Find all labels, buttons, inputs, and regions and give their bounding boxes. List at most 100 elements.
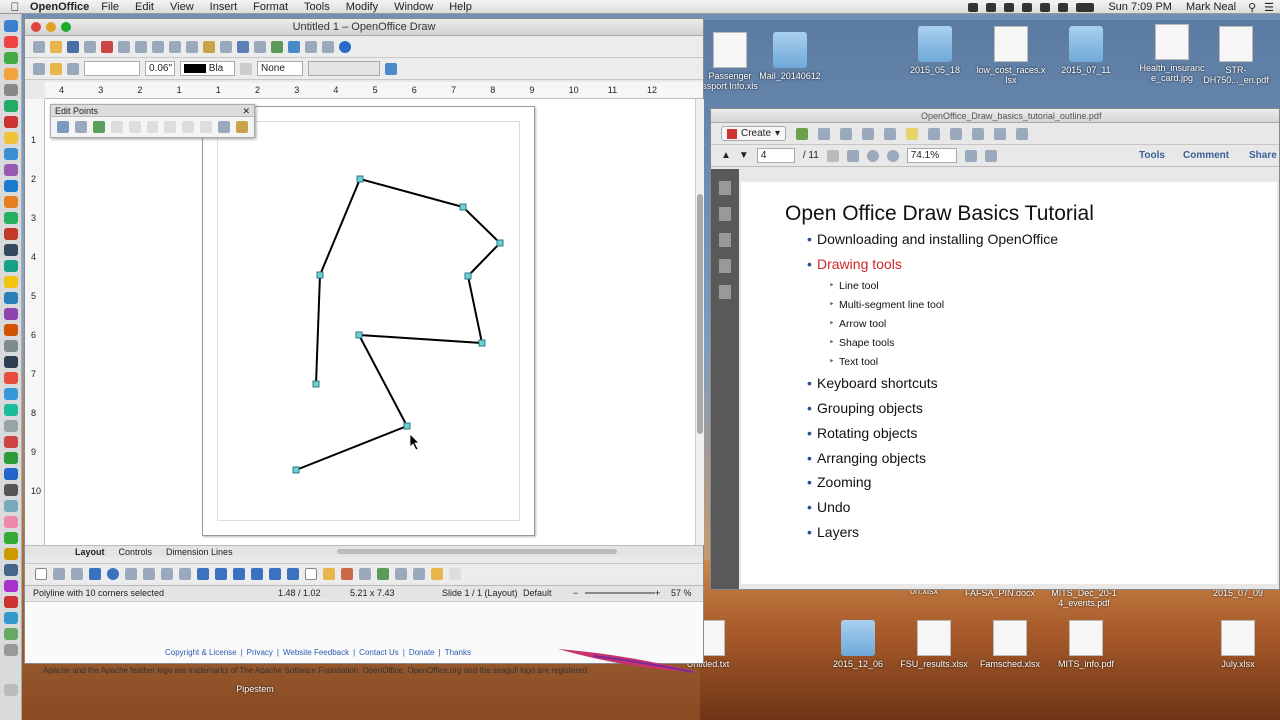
spellcheck-icon[interactable] (135, 40, 147, 53)
lines-arrows-icon[interactable] (179, 567, 191, 580)
signatures-icon[interactable] (719, 285, 731, 299)
stars-icon[interactable] (287, 567, 299, 580)
horizontal-ruler[interactable]: 4 3 2 1 1 2 3 4 5 6 7 8 9 10 11 12 (45, 82, 703, 99)
minimize-window-button[interactable] (46, 22, 56, 32)
dock-app-icon[interactable] (4, 308, 18, 320)
ellipse-icon[interactable] (107, 567, 119, 580)
symbol-shapes-icon[interactable] (215, 567, 227, 580)
close-icon[interactable]: ✕ (242, 105, 250, 117)
page-number-input[interactable]: 4 (756, 148, 795, 163)
undo-icon[interactable] (237, 40, 249, 53)
dock-app-icon[interactable] (4, 372, 18, 384)
dock-app-icon[interactable] (4, 436, 18, 448)
tab-layout[interactable]: Layout (73, 547, 107, 557)
dock-app-icon[interactable] (4, 388, 18, 400)
dock-app-icon[interactable] (4, 132, 18, 144)
menu-file[interactable]: File (101, 1, 119, 13)
hand-tool-icon[interactable] (846, 149, 859, 162)
hyperlink-icon[interactable] (288, 40, 300, 53)
dock-app-icon[interactable] (4, 644, 18, 656)
zoom-slider[interactable] (585, 592, 655, 594)
edit-point-handle[interactable] (355, 331, 363, 339)
dock-app-icon[interactable] (4, 596, 18, 608)
tab-controls[interactable]: Controls (117, 547, 155, 557)
close-bezier-icon[interactable] (218, 121, 231, 133)
menu-insert[interactable]: Insert (210, 1, 238, 13)
arrange-icon[interactable] (431, 567, 443, 580)
area-icon[interactable] (240, 62, 252, 75)
dock-app-icon[interactable] (4, 404, 18, 416)
dock-app-icon[interactable] (4, 628, 18, 640)
desktop-file[interactable]: MITS_Dec_20-1 4_events.pdf (1044, 588, 1124, 608)
line-tool-icon[interactable] (53, 567, 65, 580)
menu-format[interactable]: Format (253, 1, 288, 13)
link-thanks[interactable]: Thanks (445, 648, 471, 657)
wifi-icon[interactable] (1040, 2, 1051, 12)
area-fill-select[interactable] (308, 61, 380, 76)
dock-app-icon[interactable] (4, 148, 18, 160)
dock-app-icon[interactable] (4, 612, 18, 624)
align-icon[interactable] (413, 567, 425, 580)
arrow-style-icon[interactable] (67, 62, 79, 75)
save-icon[interactable] (67, 40, 79, 53)
selected-polyline[interactable] (295, 177, 502, 471)
line-style-select[interactable] (84, 61, 140, 76)
open-folder-icon[interactable] (50, 40, 62, 53)
desktop-file[interactable]: July.xlsx (1198, 620, 1278, 669)
dock-app-icon[interactable] (4, 116, 18, 128)
save-icon[interactable] (818, 127, 831, 140)
dock-app-icon[interactable] (4, 100, 18, 112)
menu-modify[interactable]: Modify (346, 1, 378, 13)
paste-icon[interactable] (203, 40, 215, 53)
split-curve-icon[interactable] (128, 121, 141, 133)
flowchart-icon[interactable] (251, 567, 263, 580)
dock-app-icon[interactable] (4, 356, 18, 368)
dock-app-icon[interactable] (4, 244, 18, 256)
eliminate-points-icon[interactable] (236, 121, 248, 133)
select-cursor-icon[interactable] (826, 149, 839, 162)
share-tab[interactable]: Share (1249, 150, 1277, 161)
clone-formatting-icon[interactable] (220, 40, 232, 53)
page-thumbnails-icon[interactable] (719, 181, 731, 195)
scrollbar-thumb[interactable] (697, 194, 703, 434)
dock-app-icon[interactable] (4, 452, 18, 464)
headphones-icon[interactable] (986, 2, 997, 12)
bluetooth-icon[interactable] (1022, 2, 1033, 12)
copy-icon[interactable] (186, 40, 198, 53)
text-tool-icon[interactable] (125, 567, 137, 580)
dock-app-icon[interactable] (4, 564, 18, 576)
connector-icon[interactable] (161, 567, 173, 580)
dock-app-icon[interactable] (4, 212, 18, 224)
fit-page-icon[interactable] (964, 149, 977, 162)
app-menu[interactable]: OpenOffice (30, 1, 89, 13)
volume-icon[interactable] (1058, 2, 1069, 12)
desktop-file[interactable]: Famsched.xlsx (970, 620, 1050, 669)
dock-app-icon[interactable] (4, 532, 18, 544)
dock-app-icon[interactable] (4, 196, 18, 208)
vertical-ruler[interactable]: 1 2 3 4 5 6 7 8 9 10 (25, 99, 45, 545)
extrusion-icon[interactable] (449, 567, 461, 580)
desktop-file[interactable]: MITS_info.pdf (1046, 620, 1126, 669)
open-folder-icon[interactable] (796, 127, 809, 140)
dock-app-icon[interactable] (4, 468, 18, 480)
email-icon[interactable] (862, 127, 875, 140)
dock-app-icon[interactable] (4, 260, 18, 272)
tools-tab[interactable]: Tools (1139, 150, 1165, 161)
from-file-icon[interactable] (359, 567, 371, 580)
basic-shapes-icon[interactable] (197, 567, 209, 580)
window-titlebar[interactable]: Untitled 1 – OpenOffice Draw (25, 19, 703, 36)
rotate-icon[interactable] (395, 567, 407, 580)
attachment-icon[interactable] (719, 233, 731, 247)
shadow-icon[interactable] (385, 62, 397, 75)
drawing-workspace[interactable] (45, 99, 695, 545)
edit-point-handle[interactable] (403, 422, 411, 430)
insert-points-icon[interactable] (92, 121, 105, 133)
callouts-icon[interactable] (269, 567, 281, 580)
highlight-icon[interactable] (928, 127, 941, 140)
arrow-line-icon[interactable] (71, 567, 83, 580)
dock-app-icon[interactable] (4, 516, 18, 528)
dock-trash-icon[interactable] (4, 684, 18, 696)
link-copyright[interactable]: Copyright & License (165, 648, 237, 657)
next-page-icon[interactable]: ▼ (739, 150, 749, 161)
desktop-folder[interactable]: Pipestem (215, 684, 295, 694)
